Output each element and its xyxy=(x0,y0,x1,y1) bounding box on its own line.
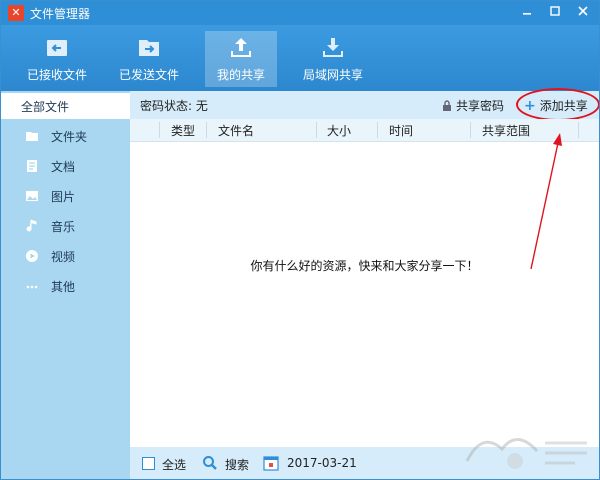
sidebar-item-all-files[interactable]: 全部文件 xyxy=(1,93,130,119)
share-password-label: 共享密码 xyxy=(456,99,505,113)
tab-sent-files-label: 已发送文件 xyxy=(118,68,179,82)
search-button[interactable]: 搜索 xyxy=(225,456,249,473)
lock-icon xyxy=(443,100,451,111)
sidebar-item-images[interactable]: 图片 xyxy=(1,183,130,209)
window-title: 文件管理器 xyxy=(30,7,91,21)
maximize-button[interactable] xyxy=(541,1,569,23)
sidebar: 全部文件 文件夹 文档 图片 音乐 视频 其他 xyxy=(1,91,130,479)
select-all-checkbox[interactable] xyxy=(142,457,155,470)
column-type[interactable]: 类型 xyxy=(171,122,195,139)
play-circle-icon xyxy=(26,250,38,262)
column-separator xyxy=(159,122,160,138)
password-status: 密码状态: 无 xyxy=(140,99,208,113)
image-icon xyxy=(26,191,38,201)
minimize-button[interactable] xyxy=(513,1,541,23)
sidebar-item-videos[interactable]: 视频 xyxy=(1,243,130,269)
sidebar-item-folders[interactable]: 文件夹 xyxy=(1,123,130,149)
sidebar-item-label: 文档 xyxy=(51,160,76,174)
folder-icon xyxy=(26,132,38,141)
close-button[interactable] xyxy=(569,1,597,23)
tab-my-share-label: 我的共享 xyxy=(216,68,265,82)
sidebar-item-music[interactable]: 音乐 xyxy=(1,213,130,239)
folder-arrow-right-icon xyxy=(139,40,159,56)
minimize-icon xyxy=(523,13,531,15)
tab-sent-files[interactable]: 已发送文件 xyxy=(113,31,185,87)
column-filename[interactable]: 文件名 xyxy=(218,122,254,139)
column-share-scope[interactable]: 共享范围 xyxy=(482,122,530,139)
select-all-label[interactable]: 全选 xyxy=(162,456,186,473)
download-icon xyxy=(323,38,343,57)
status-bar: 密码状态: 无 共享密码 + 添加共享 xyxy=(130,88,599,121)
sidebar-item-label: 其他 xyxy=(51,280,76,294)
sidebar-item-others[interactable]: 其他 xyxy=(1,273,130,299)
tab-lan-share[interactable]: 局域网共享 xyxy=(297,31,369,87)
share-password-button[interactable]: 共享密码 xyxy=(442,97,504,114)
annotation-circle xyxy=(516,88,599,121)
column-time[interactable]: 时间 xyxy=(389,122,413,139)
column-separator xyxy=(377,122,378,138)
date-filter[interactable]: 2017-03-21 xyxy=(287,456,357,470)
close-icon xyxy=(578,6,588,16)
inbox-arrow-left-icon xyxy=(47,40,67,56)
column-size[interactable]: 大小 xyxy=(327,122,351,139)
column-separator xyxy=(578,122,579,138)
maximize-icon xyxy=(550,6,560,16)
tab-received-files-label: 已接收文件 xyxy=(26,68,87,82)
toolbar: 已接收文件 已发送文件 我的共享 局域网共享 xyxy=(1,25,599,91)
sidebar-item-label: 全部文件 xyxy=(21,100,70,114)
table-header: 类型 文件名 大小 时间 共享范围 xyxy=(130,119,599,142)
sidebar-item-label: 文件夹 xyxy=(51,130,88,144)
sidebar-item-documents[interactable]: 文档 xyxy=(1,153,130,179)
title-bar: ✕ 文件管理器 xyxy=(1,1,599,25)
column-separator xyxy=(470,122,471,138)
tab-lan-share-label: 局域网共享 xyxy=(302,68,363,82)
file-manager-window: ✕ 文件管理器 已接收文件 已发送文件 我的共享 局域网共享 全部文件 文件夹 … xyxy=(0,0,600,480)
watermark-logo xyxy=(465,438,587,469)
sidebar-item-label: 音乐 xyxy=(51,220,76,234)
app-logo-icon: ✕ xyxy=(8,5,24,21)
empty-state-message: 你有什么好的资源，快来和大家分享一下！ xyxy=(250,259,479,273)
sidebar-item-label: 图片 xyxy=(51,190,76,204)
column-separator xyxy=(206,122,207,138)
search-icon[interactable] xyxy=(202,455,218,471)
sidebar-item-label: 视频 xyxy=(51,250,76,264)
column-separator xyxy=(316,122,317,138)
document-icon xyxy=(27,160,37,172)
tab-received-files[interactable]: 已接收文件 xyxy=(21,31,93,87)
music-note-icon xyxy=(26,219,37,232)
tab-my-share[interactable]: 我的共享 xyxy=(205,31,277,87)
calendar-icon[interactable] xyxy=(263,455,279,471)
upload-icon xyxy=(231,38,251,57)
more-dots-icon xyxy=(26,285,38,289)
